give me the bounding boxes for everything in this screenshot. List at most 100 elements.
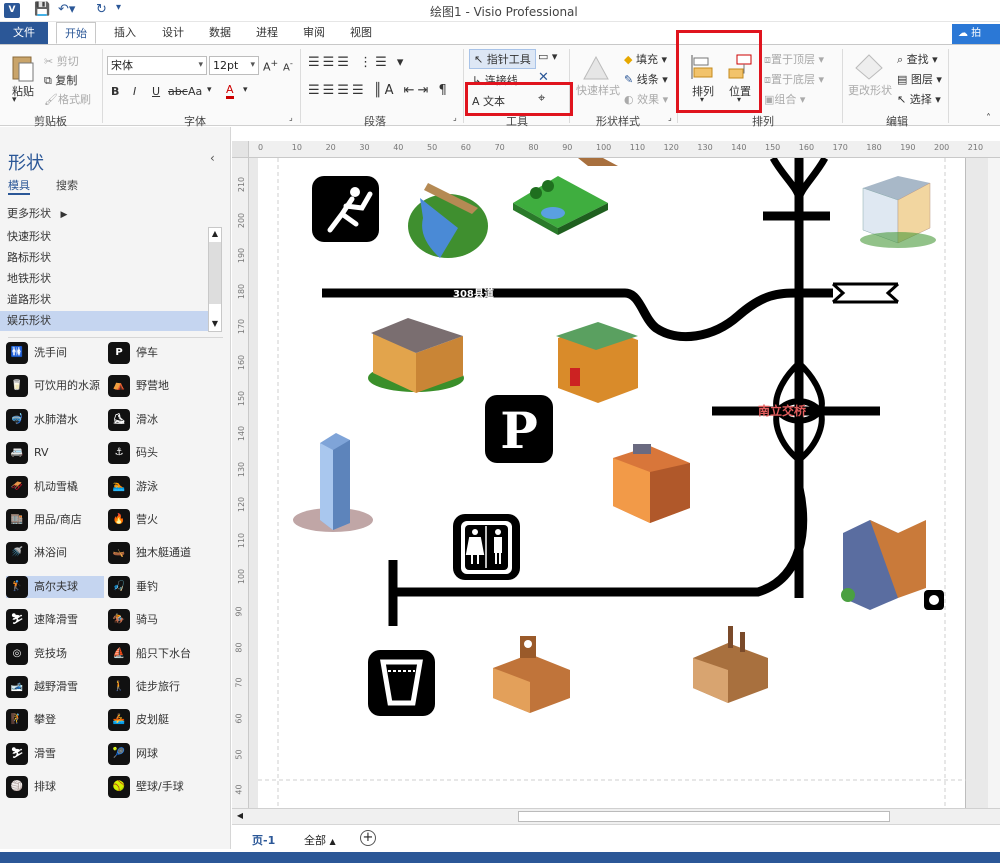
all-pages-button[interactable]: 全部 ▲ (304, 832, 336, 848)
align-dropdown-icon[interactable]: ▾ (700, 95, 704, 104)
drawing-page[interactable]: 308县道 南立交桥 P (258, 156, 966, 808)
tab-stencils[interactable]: 模具 (8, 177, 30, 195)
grow-font-icon[interactable]: A+ (263, 58, 278, 74)
fill-button[interactable]: ◆ 填充 ▾ (624, 51, 667, 67)
shape-item[interactable]: 🏊 游泳 (108, 475, 218, 498)
change-case-dropdown-icon[interactable]: ▾ (207, 85, 212, 95)
send-to-back-button[interactable]: ⧈置于底层 ▾ (764, 71, 824, 87)
horizontal-scroll-thumb[interactable] (518, 811, 890, 822)
bold-button[interactable]: B (111, 85, 119, 98)
font-dialog-launcher-icon[interactable]: ⌟ (289, 113, 293, 122)
scroll-down-icon[interactable]: ▼ (209, 318, 221, 330)
tab-view[interactable]: 视图 (342, 22, 380, 44)
underline-button[interactable]: U (152, 85, 160, 98)
copy-button[interactable]: ⧉ 复制 (44, 72, 77, 88)
add-page-button[interactable]: + (360, 830, 376, 846)
stencil-list-scrollbar[interactable]: ▲ ▼ (208, 227, 222, 332)
scroll-thumb[interactable] (209, 242, 221, 304)
tab-review[interactable]: 审阅 (295, 22, 333, 44)
tab-data[interactable]: 数据 (201, 22, 239, 44)
account-button[interactable]: ☁ 拍 (952, 24, 1000, 44)
change-shape-button[interactable]: 更改形状 (848, 82, 892, 98)
shape-item[interactable]: 🔥 营火 (108, 509, 218, 531)
paste-icon[interactable] (10, 53, 36, 83)
vertical-align-icons[interactable]: ☰☰☰ ⋮☰ ▾ (308, 55, 406, 70)
font-name-combo[interactable]: 宋体 (107, 56, 207, 75)
stencil-road-shapes[interactable]: 道路形状 (7, 290, 207, 310)
shape-item[interactable]: 🏐 排球 (6, 776, 104, 799)
shape-item[interactable]: 🚻 洗手间 (6, 342, 104, 364)
shape-item[interactable]: 🥎 壁球/手球 (108, 776, 218, 799)
shape-item[interactable]: P 停车 (108, 342, 218, 364)
format-painter-button[interactable]: 🖌格式刷 (44, 91, 91, 107)
customize-qat-icon[interactable]: ▾ (116, 2, 121, 13)
visio-app-icon[interactable]: V (4, 3, 20, 18)
shape-item[interactable]: ⛵ 船只下水台 (108, 642, 218, 665)
shape-item[interactable]: 🚿 淋浴间 (6, 542, 104, 565)
layer-button[interactable]: ▤ 图层 ▾ (897, 71, 942, 87)
shape-item[interactable]: 🤿 水肺潜水 (6, 408, 104, 431)
shape-item[interactable]: 🎿 越野滑雪 (6, 676, 104, 698)
shape-item[interactable]: ⛷ 速降滑雪 (6, 609, 104, 632)
strikethrough-button[interactable]: abc (168, 85, 188, 98)
horizontal-scrollbar[interactable]: ◀ (232, 808, 1000, 824)
group-button[interactable]: ▣组合 ▾ (764, 91, 805, 107)
tab-search[interactable]: 搜索 (56, 177, 78, 193)
shape-item[interactable]: 🏌 高尔夫球 (6, 575, 104, 598)
scroll-left-icon[interactable]: ◀ (234, 811, 246, 823)
connector-button[interactable]: ↳ 连接线 (472, 72, 518, 88)
font-size-combo[interactable]: 12pt (209, 56, 259, 75)
change-case-button[interactable]: Aa (188, 85, 202, 98)
change-shape-icon[interactable] (854, 53, 884, 81)
save-icon[interactable]: 💾 (34, 2, 50, 17)
shape-item[interactable]: 🧗 攀登 (6, 709, 104, 732)
collapse-panel-icon[interactable]: ‹ (210, 151, 215, 165)
collapse-ribbon-icon[interactable]: ˄ (986, 113, 991, 124)
tab-design[interactable]: 设计 (154, 22, 192, 44)
shape-item[interactable]: 🛶 独木艇通道 (108, 542, 218, 565)
rectangle-tool-icon[interactable]: ▭ ▾ (538, 50, 557, 63)
paragraph-dialog-launcher-icon[interactable]: ⌟ (453, 113, 457, 122)
stencil-sign-shapes[interactable]: 路标形状 (7, 248, 207, 268)
horizontal-align-icons[interactable]: ☰☰☰☰ ║A ⇤⇥ ¶ (308, 83, 450, 98)
shape-item[interactable]: 🎣 垂钓 (108, 575, 218, 598)
line-button[interactable]: ✎ 线条 ▾ (624, 71, 668, 87)
shape-item[interactable]: ⛷ 滑雪 (6, 742, 104, 765)
shape-item[interactable]: ⚓ 码头 (108, 442, 218, 465)
align-icon[interactable] (688, 53, 714, 81)
paste-dropdown-icon[interactable]: ▾ (12, 95, 17, 105)
shape-item[interactable]: ⛺ 野营地 (108, 375, 218, 398)
shape-style-dialog-launcher-icon[interactable]: ⌟ (668, 113, 672, 122)
shape-item[interactable]: 🏬 用品/商店 (6, 509, 104, 531)
stencil-recreation-shapes[interactable]: 娱乐形状 (0, 311, 208, 331)
tab-insert[interactable]: 插入 (106, 22, 144, 44)
quick-styles-icon[interactable] (578, 53, 614, 81)
connection-point-icon[interactable]: ⌖ (538, 91, 545, 106)
shape-item[interactable]: 🚶 徒步旅行 (108, 676, 218, 698)
tab-home[interactable]: 开始 (56, 22, 96, 44)
undo-icon[interactable]: ↶▾ (58, 2, 75, 17)
shrink-font-icon[interactable]: A- (283, 58, 293, 73)
shape-item[interactable]: 🎾 网球 (108, 742, 218, 765)
find-button[interactable]: ⌕ 查找 ▾ (897, 51, 938, 67)
shape-item[interactable]: ◎ 竞技场 (6, 642, 104, 665)
shape-item[interactable]: 🏇 骑马 (108, 609, 218, 632)
quick-styles-button[interactable]: 快速样式 (576, 82, 620, 98)
effects-button[interactable]: ◐ 效果 ▾ (624, 91, 668, 107)
close-icon[interactable]: ✕ (538, 70, 549, 85)
italic-button[interactable]: I (133, 85, 136, 98)
stencil-metro-shapes[interactable]: 地铁形状 (7, 269, 207, 289)
shape-item[interactable]: 🚣 皮划艇 (108, 709, 218, 732)
select-button[interactable]: ↖ 选择 ▾ (897, 91, 941, 107)
stencil-quick-shapes[interactable]: 快速形状 (7, 227, 207, 247)
position-dropdown-icon[interactable]: ▾ (737, 95, 741, 104)
text-tool-button[interactable]: A 文本 (472, 93, 505, 109)
position-icon[interactable] (727, 53, 755, 81)
shape-item[interactable]: 🚐 RV (6, 442, 104, 465)
font-color-button[interactable]: A (226, 84, 234, 99)
redo-icon[interactable]: ↻ (96, 2, 107, 17)
shape-item[interactable]: 🥛 可饮用的水源 (6, 375, 104, 398)
font-color-dropdown-icon[interactable]: ▾ (243, 85, 248, 95)
vertical-scrollbar[interactable] (988, 158, 1000, 808)
shape-item[interactable]: 🛷 机动雪橇 (6, 475, 104, 498)
